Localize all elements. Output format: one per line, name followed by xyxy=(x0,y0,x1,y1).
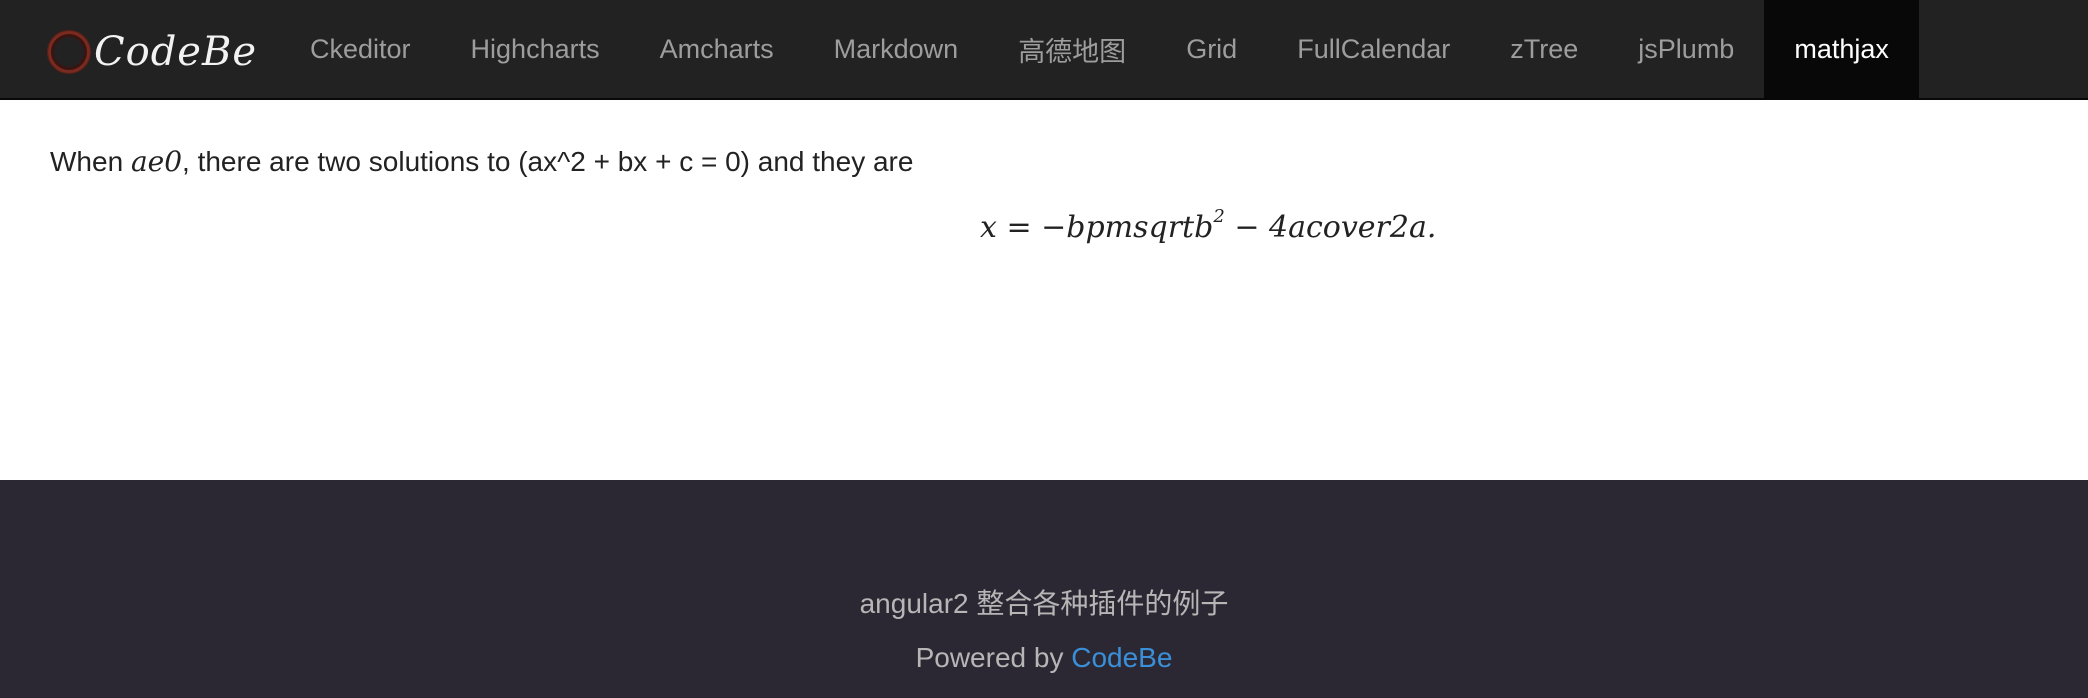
intro-math: ae0 xyxy=(130,145,183,178)
intro-before: When xyxy=(50,146,131,177)
formula-superscript: 2 xyxy=(1213,206,1225,227)
main-content: When ae0, there are two solutions to (ax… xyxy=(50,140,2038,245)
formula-rest: − 4acover2a. xyxy=(1224,210,1437,245)
nav-item-ztree[interactable]: zTree xyxy=(1480,0,1608,98)
brand-name: CodeBe xyxy=(94,29,258,75)
intro-text: When ae0, there are two solutions to (ax… xyxy=(50,140,2038,184)
nav-item-fullcalendar[interactable]: FullCalendar xyxy=(1267,0,1480,98)
intro-after: , there are two solutions to (ax^2 + bx … xyxy=(182,146,914,177)
nav-item-grid[interactable]: Grid xyxy=(1156,0,1267,98)
page-footer: angular2 整合各种插件的例子 Powered by CodeBe xyxy=(0,480,2088,698)
nav-item-ckeditor[interactable]: Ckeditor xyxy=(280,0,441,98)
footer-tagline: angular2 整合各种插件的例子 xyxy=(859,588,1229,619)
nav-item-markdown[interactable]: Markdown xyxy=(804,0,989,98)
nav-item-amcharts[interactable]: Amcharts xyxy=(630,0,804,98)
codebe-link[interactable]: CodeBe xyxy=(1071,642,1172,673)
nav-item-gaode-map[interactable]: 高德地图 xyxy=(988,0,1156,98)
brand-logo[interactable]: CodeBe xyxy=(48,26,257,78)
main-nav: Ckeditor Highcharts Amcharts Markdown 高德… xyxy=(280,0,1919,98)
powered-by-label: Powered by xyxy=(915,642,1072,673)
formula-main: x = −bpmsqrtb xyxy=(980,210,1214,245)
nav-item-mathjax[interactable]: mathjax xyxy=(1764,0,1919,98)
nav-item-jsplumb[interactable]: jsPlumb xyxy=(1608,0,1764,98)
top-navbar: CodeBe Ckeditor Highcharts Amcharts Mark… xyxy=(0,0,2088,100)
nav-item-highcharts[interactable]: Highcharts xyxy=(441,0,630,98)
quadratic-formula: x = −bpmsqrtb2 − 4acover2a. xyxy=(980,206,1437,245)
logo-ring-icon xyxy=(48,31,90,73)
footer-powered-by: Powered by CodeBe xyxy=(0,642,2088,674)
